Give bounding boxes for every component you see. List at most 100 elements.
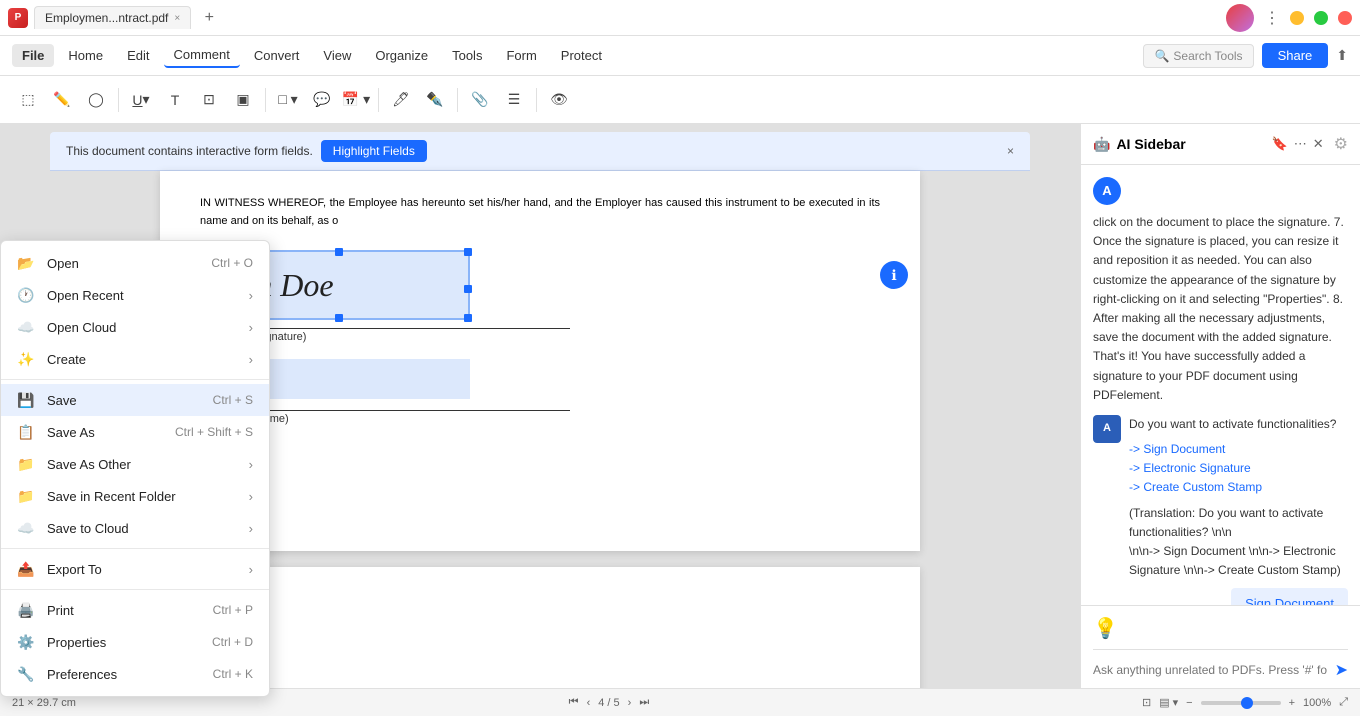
send-button[interactable]: ➤ — [1335, 660, 1348, 680]
resize-handle-tc[interactable] — [335, 248, 343, 256]
zoom-in-icon[interactable]: + — [1289, 697, 1295, 709]
ai-more-icon[interactable]: ⋯ — [1294, 136, 1307, 152]
export-icon: 📤 — [17, 560, 35, 578]
eye-tool[interactable]: 👁 — [543, 84, 575, 116]
first-page-icon[interactable]: ⏮ — [569, 696, 579, 709]
menu-item-save-recent[interactable]: 📁 Save in Recent Folder › — [1, 480, 269, 512]
save-as-shortcut: Ctrl + Shift + S — [175, 425, 253, 439]
upload-icon[interactable]: ⬆ — [1336, 47, 1348, 64]
text-tool[interactable]: T — [159, 84, 191, 116]
open-icon: 📂 — [17, 254, 35, 272]
zoom-out-icon[interactable]: − — [1186, 697, 1192, 709]
close-tab-button[interactable]: × — [174, 13, 180, 24]
prev-page-icon[interactable]: ‹ — [587, 697, 591, 709]
text-edit-tool[interactable]: ☰ — [498, 84, 530, 116]
ai-raw-text: \n\n-> Sign Document \n\n-> Electronic S… — [1129, 542, 1348, 580]
info-button[interactable]: ℹ — [880, 261, 908, 289]
menu-item-properties[interactable]: ⚙️ Properties Ctrl + D — [1, 626, 269, 658]
window-options-icon[interactable]: ⋮ — [1264, 8, 1280, 28]
menu-item-export[interactable]: 📤 Export To › — [1, 553, 269, 585]
view-options-icon[interactable]: ▤ ▾ — [1159, 696, 1178, 709]
search-tools[interactable]: 🔍 Search Tools — [1143, 44, 1253, 68]
menu-tools[interactable]: Tools — [442, 44, 492, 67]
page-size-icon[interactable]: ⊡ — [1142, 696, 1151, 709]
highlight-fields-button[interactable]: Highlight Fields — [321, 140, 427, 162]
highlight-area-tool[interactable]: ▣ — [227, 84, 259, 116]
menu-view[interactable]: View — [313, 44, 361, 67]
preferences-label: Preferences — [47, 667, 201, 682]
menu-home[interactable]: Home — [58, 44, 113, 67]
ai-close-icon[interactable]: ✕ — [1313, 136, 1324, 152]
stamp-tool[interactable]: 📅 ▾ — [340, 84, 372, 116]
menu-comment[interactable]: Comment — [164, 43, 240, 68]
menu-organize[interactable]: Organize — [365, 44, 438, 67]
resize-handle-bc[interactable] — [335, 314, 343, 322]
comment-tool[interactable]: 💬 — [306, 84, 338, 116]
menu-edit[interactable]: Edit — [117, 44, 159, 67]
new-tab-button[interactable]: + — [197, 6, 221, 30]
menu-item-save-as-other[interactable]: 📁 Save As Other › — [1, 448, 269, 480]
ai-assistant-content: Do you want to activate functionalities?… — [1129, 415, 1348, 581]
underline-tool[interactable]: U ▾ — [125, 84, 157, 116]
share-button[interactable]: Share — [1262, 43, 1329, 68]
user-avatar[interactable] — [1226, 4, 1254, 32]
minimize-button[interactable] — [1290, 11, 1304, 25]
save-cloud-label: Save to Cloud — [47, 521, 237, 536]
title-bar-icons: ⋮ — [1226, 4, 1352, 32]
search-icon: 🔍 — [1154, 49, 1169, 63]
export-label: Export To — [47, 562, 237, 577]
draw-tool[interactable]: ✒️ — [419, 84, 451, 116]
menu-convert[interactable]: Convert — [244, 44, 310, 67]
title-bar-left: P Employmen...ntract.pdf × + — [8, 6, 221, 30]
pen-tool[interactable]: 🖊 — [385, 84, 417, 116]
ai-link-esig[interactable]: -> Electronic Signature — [1129, 459, 1348, 478]
save-as-other-icon: 📁 — [17, 455, 35, 473]
resize-handle-mr[interactable] — [464, 285, 472, 293]
menu-item-save-as[interactable]: 📋 Save As Ctrl + Shift + S — [1, 416, 269, 448]
resize-handle-br[interactable] — [464, 314, 472, 322]
zoom-slider[interactable] — [1201, 701, 1281, 705]
ai-bookmark-icon[interactable]: 🔖 — [1272, 136, 1288, 152]
active-tab[interactable]: Employmen...ntract.pdf × — [34, 6, 191, 29]
notification-close-button[interactable]: × — [1007, 144, 1014, 158]
menu-item-open-recent[interactable]: 🕐 Open Recent › — [1, 279, 269, 311]
menu-bar: File Home Edit Comment Convert View Orga… — [0, 36, 1360, 76]
pdf-page: IN WITNESS WHEREOF, the Employee has her… — [160, 171, 920, 551]
menu-separator-1 — [1, 379, 269, 380]
menu-file[interactable]: File — [12, 44, 54, 67]
menu-item-print[interactable]: 🖨️ Print Ctrl + P — [1, 594, 269, 626]
ai-input-field[interactable] — [1093, 663, 1327, 677]
ai-link-sign[interactable]: -> Sign Document — [1129, 440, 1348, 459]
select-tool[interactable]: ⬚ — [12, 84, 44, 116]
ai-link-stamp[interactable]: -> Create Custom Stamp — [1129, 478, 1348, 497]
menu-item-save[interactable]: 💾 Save Ctrl + S — [1, 384, 269, 416]
next-page-icon[interactable]: › — [628, 697, 632, 709]
last-page-icon[interactable]: ⏭ — [639, 696, 649, 709]
tab-label: Employmen...ntract.pdf — [45, 11, 168, 25]
menu-item-preferences[interactable]: 🔧 Preferences Ctrl + K — [1, 658, 269, 690]
menu-protect[interactable]: Protect — [551, 44, 612, 67]
save-shortcut: Ctrl + S — [213, 393, 253, 407]
menu-item-save-cloud[interactable]: ☁️ Save to Cloud › — [1, 512, 269, 544]
eraser-tool[interactable]: ◯ — [80, 84, 112, 116]
maximize-button[interactable] — [1314, 11, 1328, 25]
attachment-tool[interactable]: 📎 — [464, 84, 496, 116]
fit-page-icon[interactable]: ⤢ — [1339, 696, 1348, 709]
menu-separator-2 — [1, 548, 269, 549]
menu-item-create[interactable]: ✨ Create › — [1, 343, 269, 375]
close-button[interactable] — [1338, 11, 1352, 25]
shape-tool[interactable]: □ ▾ — [272, 84, 304, 116]
zoom-thumb — [1241, 697, 1253, 709]
menu-item-open-cloud[interactable]: ☁️ Open Cloud › — [1, 311, 269, 343]
ai-settings-icon[interactable]: ⚙ — [1334, 134, 1348, 154]
menu-form[interactable]: Form — [496, 44, 546, 67]
ai-header-icons: 🔖 ⋯ ✕ — [1272, 136, 1324, 152]
sign-document-button[interactable]: Sign Document — [1231, 588, 1348, 605]
textbox-tool[interactable]: ⊡ — [193, 84, 225, 116]
resize-handle-tr[interactable] — [464, 248, 472, 256]
save-label: Save — [47, 393, 201, 408]
menu-item-open[interactable]: 📂 Open Ctrl + O — [1, 247, 269, 279]
preferences-icon: 🔧 — [17, 665, 35, 683]
hand-tool[interactable]: ✏️ — [46, 84, 78, 116]
open-recent-arrow: › — [249, 288, 253, 303]
